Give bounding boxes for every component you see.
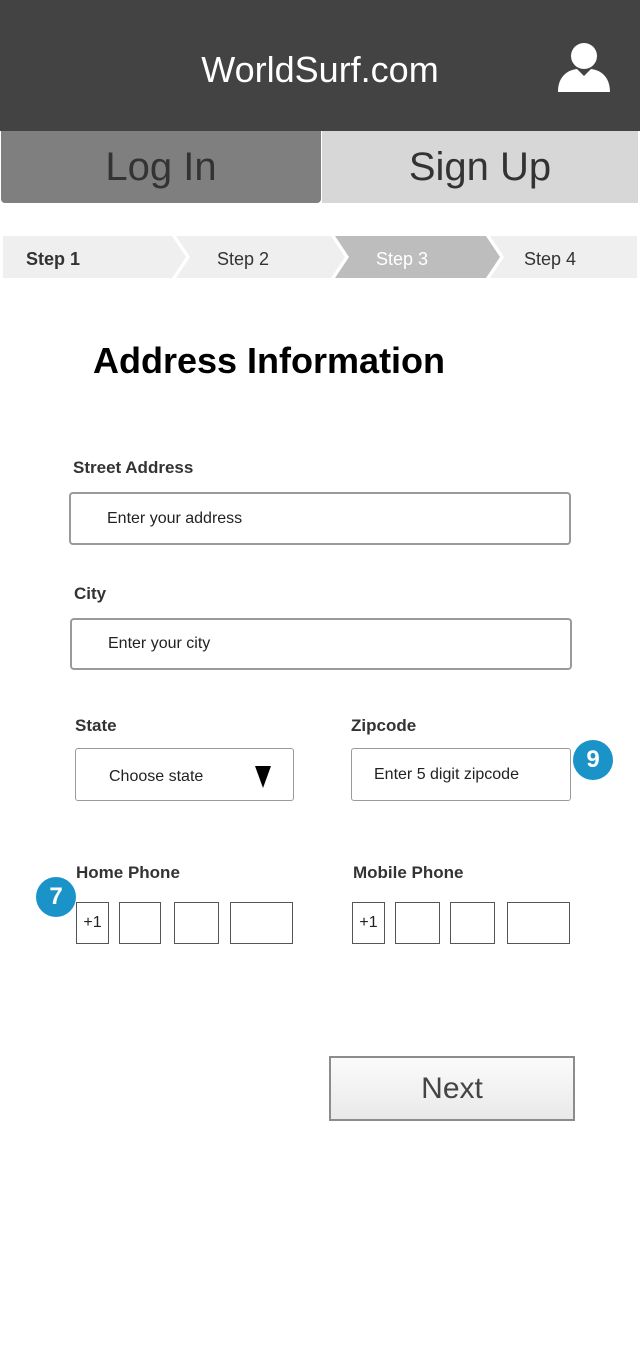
app-header: WorldSurf.com [0, 0, 640, 131]
city-input[interactable] [70, 618, 572, 670]
mobile-phone-prefix-input[interactable] [450, 902, 495, 944]
step-3-label: Step 3 [376, 249, 429, 269]
zipcode-input[interactable] [351, 748, 571, 801]
step-1-label: Step 1 [26, 249, 81, 269]
auth-tabs: Log In Sign Up [0, 131, 640, 203]
state-select-value: Choose state [109, 768, 204, 785]
user-avatar-icon[interactable] [556, 40, 612, 92]
city-label: City [74, 584, 107, 603]
state-select[interactable]: Choose state [75, 748, 294, 801]
dropdown-arrow-icon [255, 766, 271, 788]
zipcode-label: Zipcode [351, 716, 417, 735]
page-title: Address Information [93, 340, 446, 381]
home-phone-prefix-input[interactable] [174, 902, 219, 944]
street-address-input[interactable] [69, 492, 571, 545]
home-phone-line-number-input[interactable] [230, 902, 293, 944]
home-phone-country-code: +1 [76, 902, 109, 944]
mobile-phone-country-code: +1 [352, 902, 385, 944]
step-progress: Step 1 Step 2 Step 3 Step 4 [0, 236, 640, 278]
step-2-label: Step 2 [217, 249, 270, 269]
tab-sign-up[interactable]: Sign Up [322, 131, 638, 203]
tab-log-in[interactable]: Log In [1, 131, 321, 203]
mobile-phone-area-code-input[interactable] [395, 902, 440, 944]
mobile-phone-label: Mobile Phone [353, 863, 464, 882]
home-phone-label: Home Phone [76, 863, 180, 882]
annotation-badge-9: 9 [573, 740, 613, 780]
mobile-phone-line-number-input[interactable] [507, 902, 570, 944]
street-address-label: Street Address [73, 458, 194, 477]
home-phone-area-code-input[interactable] [119, 902, 161, 944]
annotation-badge-7: 7 [36, 877, 76, 917]
next-button[interactable]: Next [329, 1056, 575, 1121]
site-title: WorldSurf.com [201, 49, 439, 90]
state-label: State [75, 716, 117, 735]
step-4-label: Step 4 [524, 249, 577, 269]
